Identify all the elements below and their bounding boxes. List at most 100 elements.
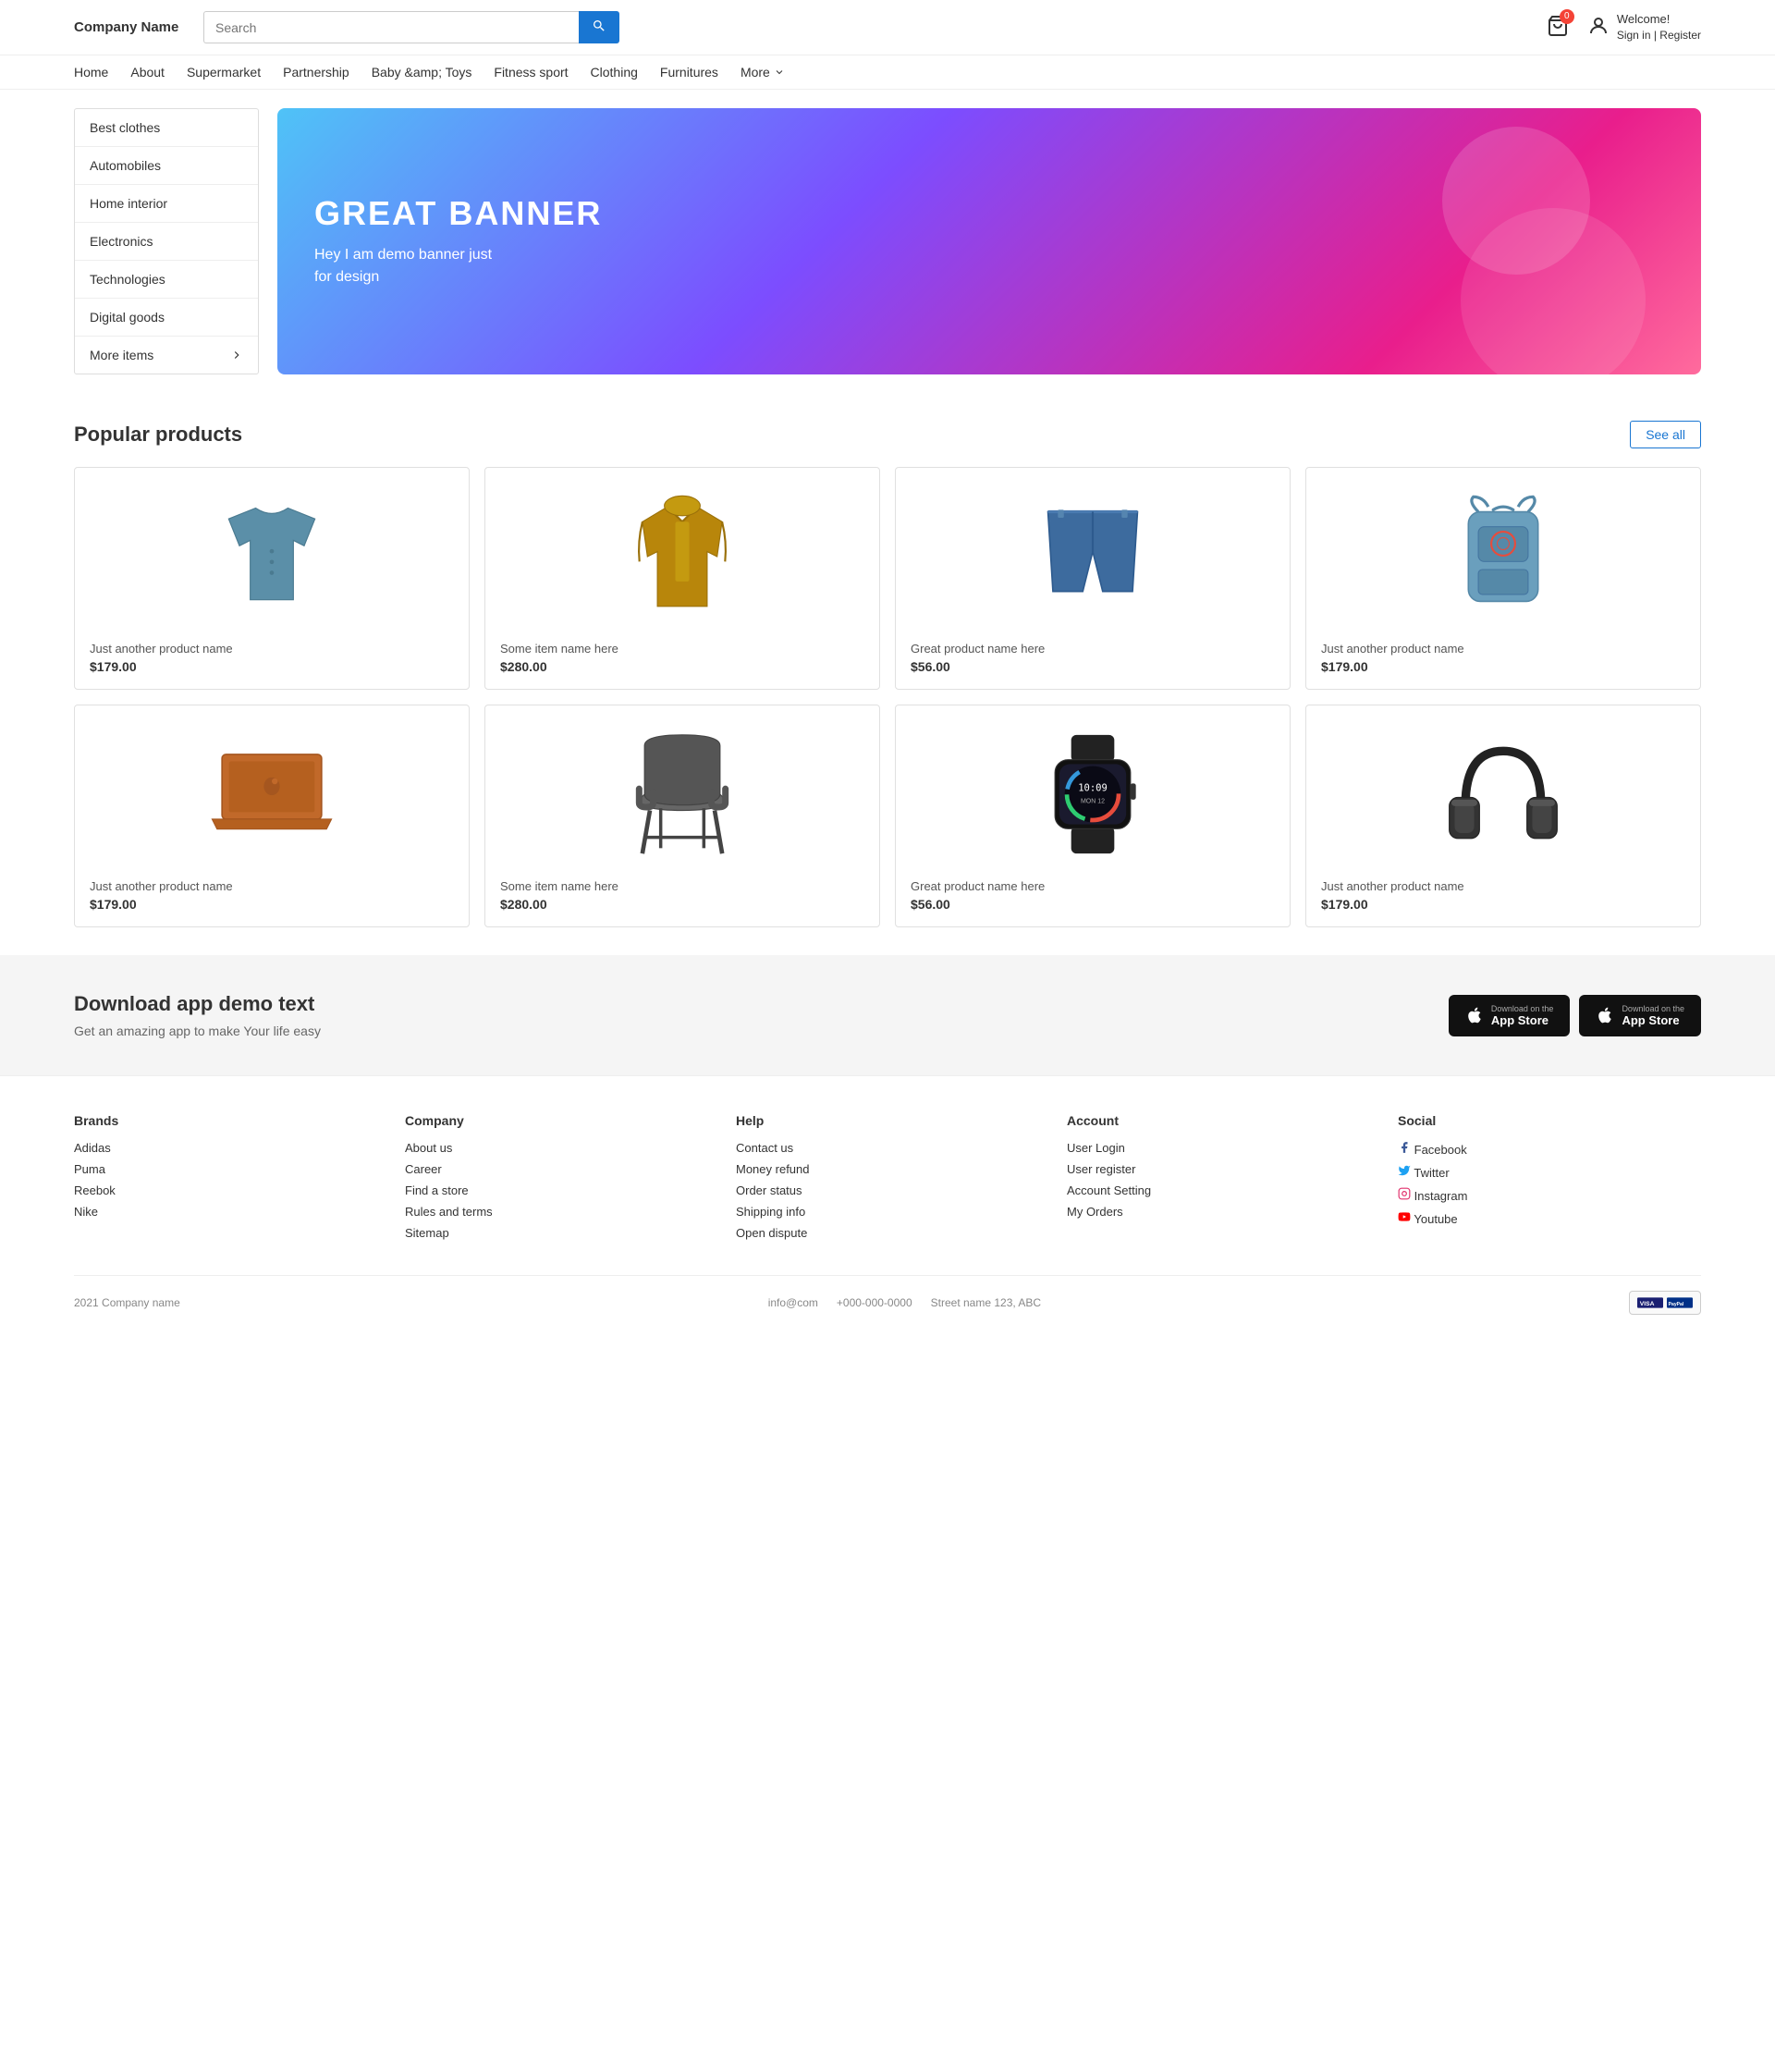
footer-contact: info@com +000-000-0000 Street name 123, …	[768, 1296, 1041, 1309]
product-card-1[interactable]: Just another product name $179.00	[74, 467, 470, 690]
svg-text:PayPal: PayPal	[1669, 1302, 1684, 1307]
footer-link-about-us[interactable]: About us	[405, 1141, 708, 1155]
footer-link-nike[interactable]: Nike	[74, 1205, 377, 1219]
product-card-6[interactable]: Some item name here $280.00	[484, 705, 880, 927]
nav-partnership[interactable]: Partnership	[283, 65, 349, 80]
product-image-3	[911, 483, 1275, 631]
product-card-5[interactable]: Just another product name $179.00	[74, 705, 470, 927]
sidebar-item-digital-goods[interactable]: Digital goods	[75, 299, 258, 337]
footer-link-dispute[interactable]: Open dispute	[736, 1226, 1039, 1240]
product-card-7[interactable]: 10:09 MON 12 Great product name here $56…	[895, 705, 1291, 927]
product-name-3: Great product name here	[911, 642, 1275, 656]
products-section: Popular products See all Just another pr…	[0, 393, 1775, 955]
twitter-icon	[1398, 1164, 1411, 1177]
footer-link-sitemap[interactable]: Sitemap	[405, 1226, 708, 1240]
product-image-8	[1321, 720, 1685, 868]
app-buttons: Download on the App Store Download on th…	[1449, 995, 1701, 1036]
product-price-4: $179.00	[1321, 659, 1685, 674]
footer-account: Account User Login User register Account…	[1067, 1113, 1370, 1247]
search-button[interactable]	[579, 11, 619, 43]
footer-link-youtube[interactable]: Youtube	[1398, 1210, 1701, 1226]
footer-social-heading: Social	[1398, 1113, 1701, 1128]
sidebar-item-home-interior[interactable]: Home interior	[75, 185, 258, 223]
product-card-3[interactable]: Great product name here $56.00	[895, 467, 1291, 690]
footer-link-account-setting[interactable]: Account Setting	[1067, 1183, 1370, 1197]
product-price-3: $56.00	[911, 659, 1275, 674]
sidebar-item-best-clothes[interactable]: Best clothes	[75, 109, 258, 147]
nav-supermarket[interactable]: Supermarket	[187, 65, 261, 80]
app-title: Download app demo text	[74, 992, 321, 1016]
facebook-icon	[1398, 1141, 1411, 1154]
footer-link-facebook[interactable]: Facebook	[1398, 1141, 1701, 1157]
nav-baby-toys[interactable]: Baby &amp; Toys	[372, 65, 472, 80]
user-area: Welcome! Sign in | Register	[1587, 11, 1701, 43]
app-store-button-1[interactable]: Download on the App Store	[1449, 995, 1571, 1036]
footer-link-adidas[interactable]: Adidas	[74, 1141, 377, 1155]
banner-text: GREAT BANNER Hey I am demo banner justfo…	[314, 194, 602, 288]
cart-button[interactable]: 0	[1547, 15, 1569, 40]
product-name-8: Just another product name	[1321, 879, 1685, 893]
products-header: Popular products See all	[74, 421, 1701, 448]
hero-banner: GREAT BANNER Hey I am demo banner justfo…	[277, 108, 1701, 374]
footer-company: Company About us Career Find a store Rul…	[405, 1113, 708, 1247]
nav-clothing[interactable]: Clothing	[591, 65, 638, 80]
product-image-4	[1321, 483, 1685, 631]
footer-account-heading: Account	[1067, 1113, 1370, 1128]
nav-furnitures[interactable]: Furnitures	[660, 65, 718, 80]
footer-link-refund[interactable]: Money refund	[736, 1162, 1039, 1176]
footer-link-instagram[interactable]: Instagram	[1398, 1187, 1701, 1203]
product-card-2[interactable]: Some item name here $280.00	[484, 467, 880, 690]
footer-link-user-register[interactable]: User register	[1067, 1162, 1370, 1176]
footer-link-puma[interactable]: Puma	[74, 1162, 377, 1176]
sidebar-item-automobiles[interactable]: Automobiles	[75, 147, 258, 185]
footer-link-contact[interactable]: Contact us	[736, 1141, 1039, 1155]
footer-link-reebok[interactable]: Reebok	[74, 1183, 377, 1197]
footer-help: Help Contact us Money refund Order statu…	[736, 1113, 1039, 1247]
product-card-8[interactable]: Just another product name $179.00	[1305, 705, 1701, 927]
footer-link-order-status[interactable]: Order status	[736, 1183, 1039, 1197]
product-name-7: Great product name here	[911, 879, 1275, 893]
product-name-4: Just another product name	[1321, 642, 1685, 656]
footer-link-shipping[interactable]: Shipping info	[736, 1205, 1039, 1219]
banner-title: GREAT BANNER	[314, 194, 602, 233]
see-all-button[interactable]: See all	[1630, 421, 1701, 448]
footer-email: info@com	[768, 1296, 818, 1309]
app-text: Download app demo text Get an amazing ap…	[74, 992, 321, 1038]
search-input[interactable]	[203, 11, 579, 43]
sign-links[interactable]: Sign in | Register	[1617, 28, 1701, 43]
svg-text:VISA: VISA	[1640, 1301, 1655, 1307]
products-title: Popular products	[74, 423, 242, 447]
footer-social: Social Facebook Twitter Instagram Youtub…	[1398, 1113, 1701, 1247]
payment-badge: VISA PayPal	[1629, 1291, 1701, 1315]
header: Company Name 0 Welcome! Sign in | Regist…	[0, 0, 1775, 55]
footer: Brands Adidas Puma Reebok Nike Company A…	[0, 1075, 1775, 1333]
product-price-2: $280.00	[500, 659, 864, 674]
user-icon[interactable]	[1587, 15, 1610, 40]
product-price-7: $56.00	[911, 897, 1275, 912]
footer-address: Street name 123, ABC	[931, 1296, 1041, 1309]
footer-link-find-store[interactable]: Find a store	[405, 1183, 708, 1197]
product-image-6	[500, 720, 864, 868]
footer-link-twitter[interactable]: Twitter	[1398, 1164, 1701, 1180]
nav-home[interactable]: Home	[74, 65, 108, 80]
nav-fitness[interactable]: Fitness sport	[494, 65, 568, 80]
product-price-1: $179.00	[90, 659, 454, 674]
nav-more[interactable]: More	[741, 65, 785, 80]
app-subtitle: Get an amazing app to make Your life eas…	[74, 1024, 321, 1038]
footer-link-user-login[interactable]: User Login	[1067, 1141, 1370, 1155]
product-name-2: Some item name here	[500, 642, 864, 656]
app-store-button-2[interactable]: Download on the App Store	[1579, 995, 1701, 1036]
banner-subtitle: Hey I am demo banner justfor design	[314, 244, 602, 288]
sidebar-item-more[interactable]: More items	[75, 337, 258, 374]
nav-about[interactable]: About	[130, 65, 165, 80]
product-card-4[interactable]: Just another product name $179.00	[1305, 467, 1701, 690]
footer-link-career[interactable]: Career	[405, 1162, 708, 1176]
instagram-icon	[1398, 1187, 1411, 1200]
footer-link-rules[interactable]: Rules and terms	[405, 1205, 708, 1219]
app-download-section: Download app demo text Get an amazing ap…	[0, 955, 1775, 1075]
sidebar-item-technologies[interactable]: Technologies	[75, 261, 258, 299]
footer-link-my-orders[interactable]: My Orders	[1067, 1205, 1370, 1219]
sidebar-item-electronics[interactable]: Electronics	[75, 223, 258, 261]
footer-copyright: 2021 Company name	[74, 1296, 180, 1309]
product-image-5	[90, 720, 454, 868]
